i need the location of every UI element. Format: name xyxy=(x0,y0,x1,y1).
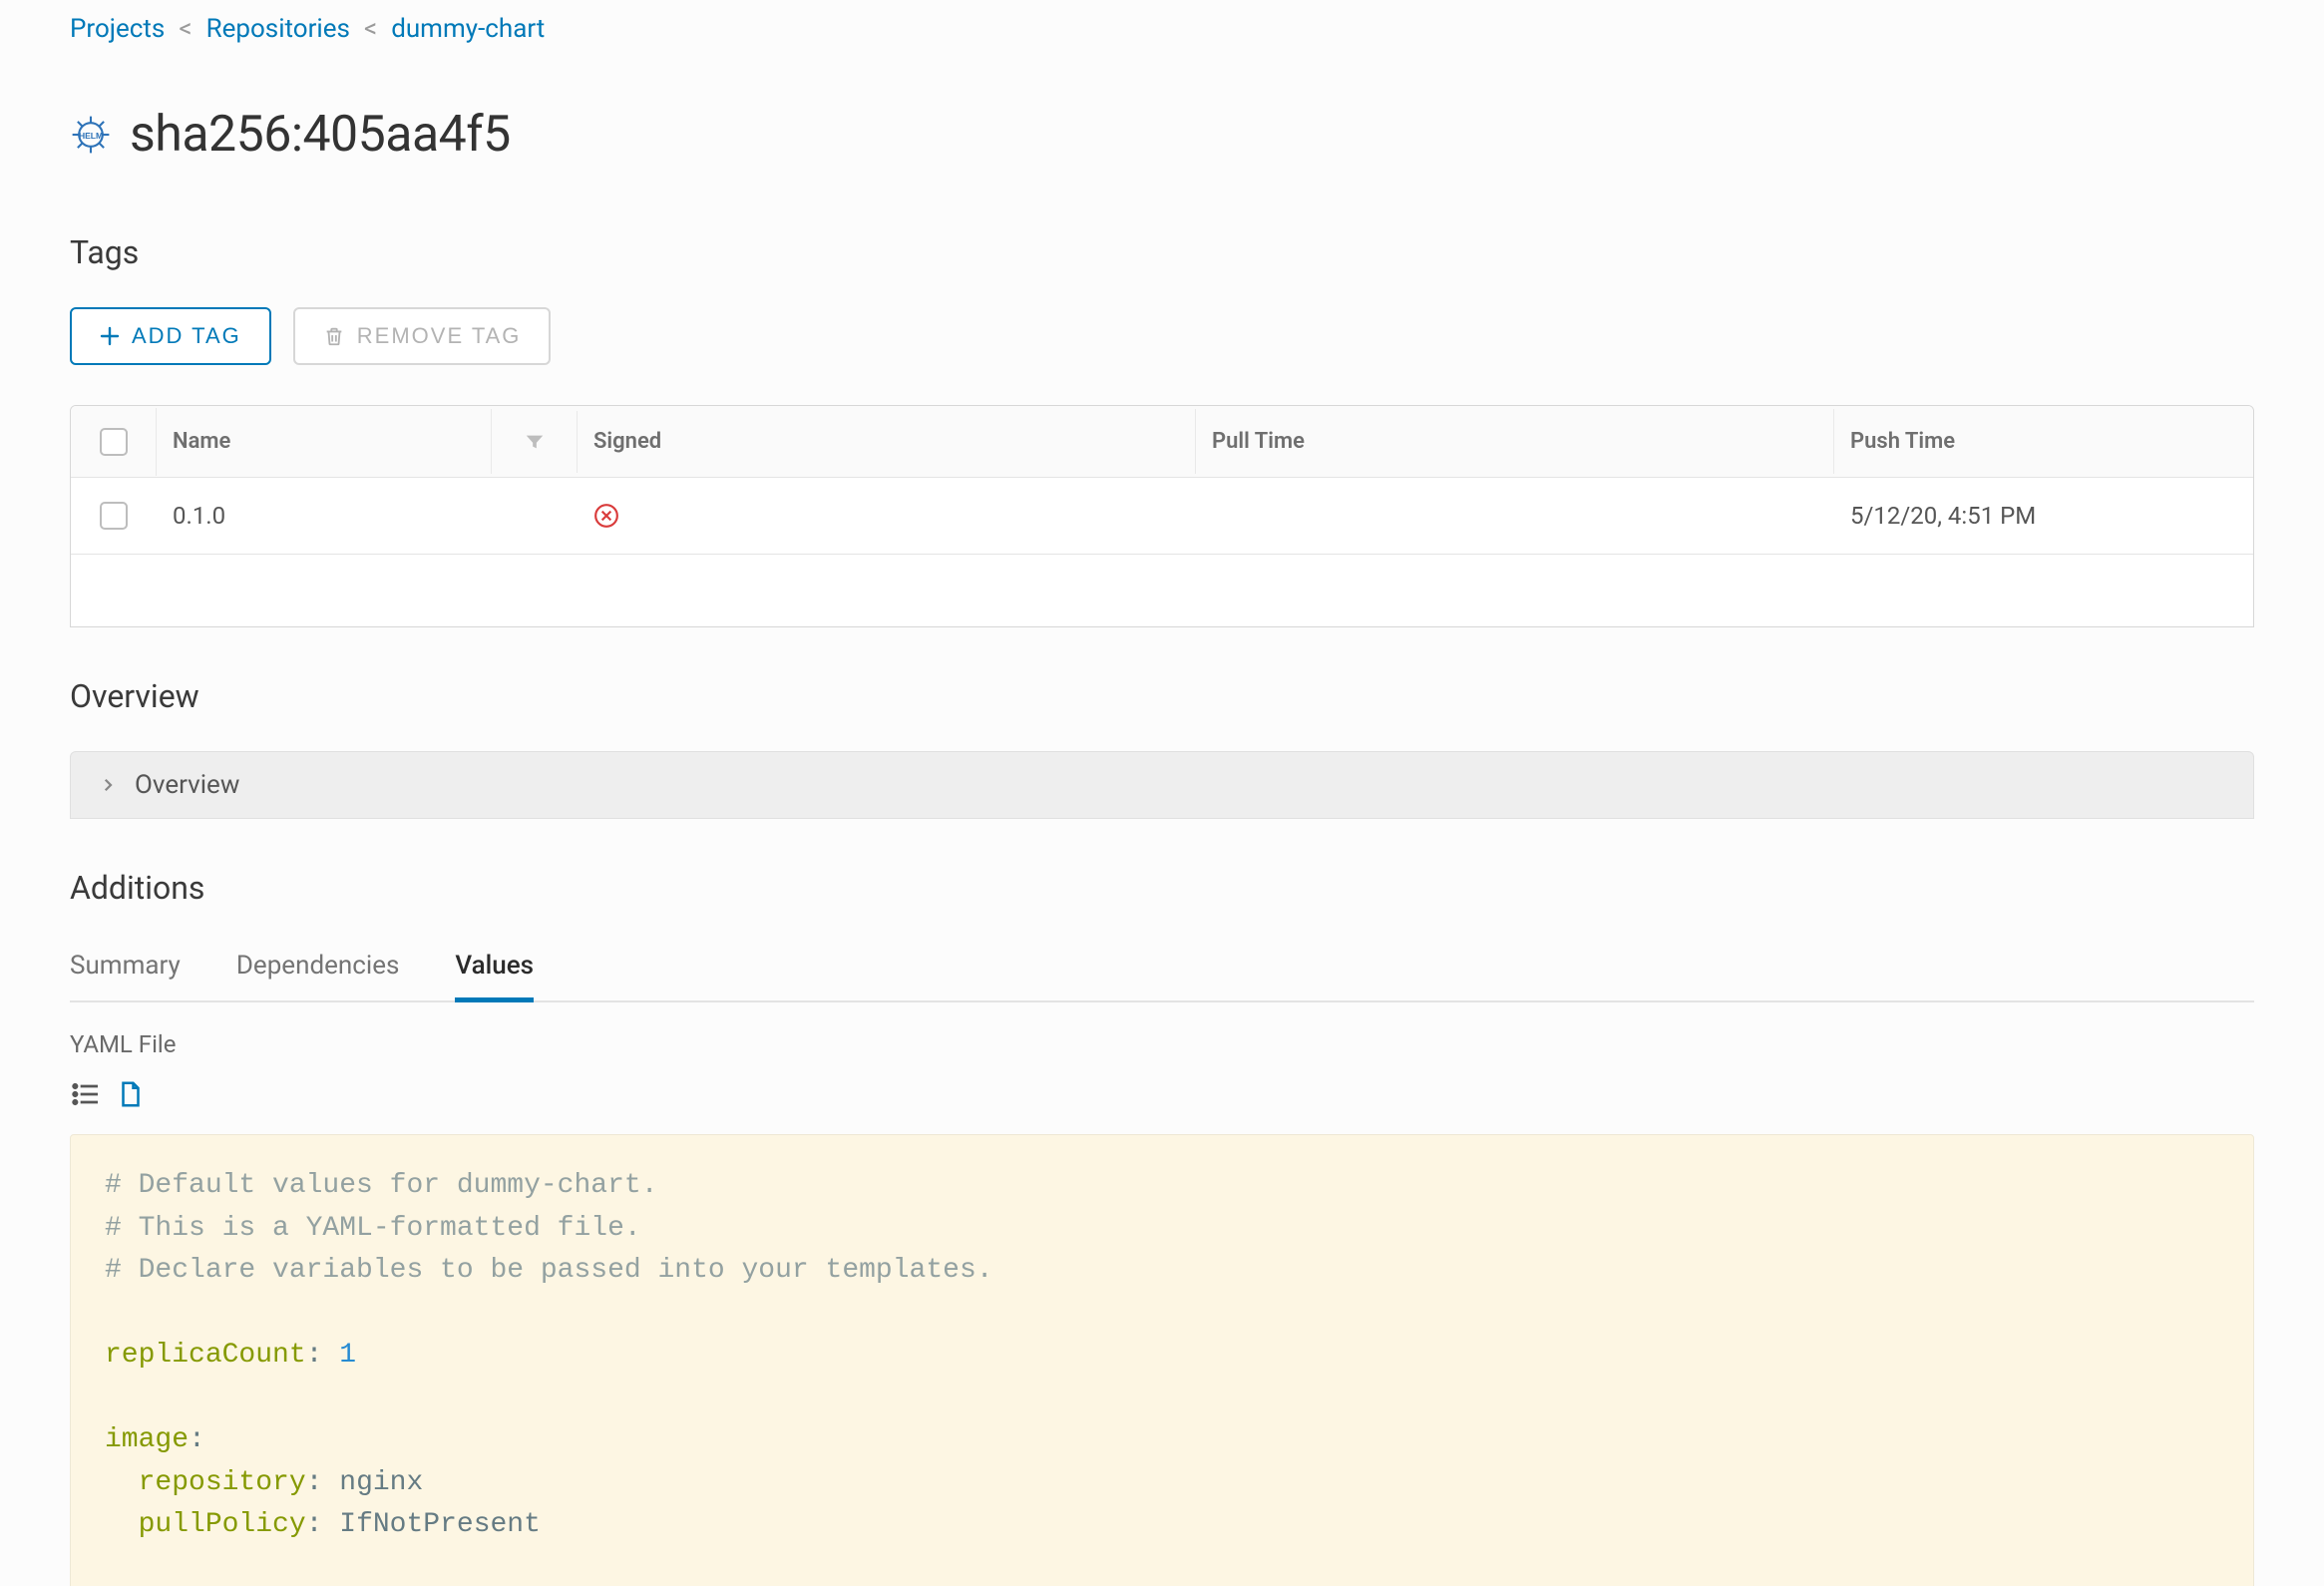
overview-accordion[interactable]: Overview xyxy=(70,751,2254,819)
tags-table: Name Signed Pull Time Push Time 0.1.0 5/… xyxy=(70,405,2254,627)
file-view-icon[interactable] xyxy=(116,1079,146,1109)
table-row[interactable]: 0.1.0 5/12/20, 4:51 PM xyxy=(71,478,2253,555)
tab-summary[interactable]: Summary xyxy=(70,943,181,1000)
trash-icon xyxy=(323,325,345,347)
additions-heading: Additions xyxy=(70,869,2254,907)
breadcrumb-separator: < xyxy=(175,14,195,44)
yaml-code-block[interactable]: # Default values for dummy-chart. # This… xyxy=(70,1134,2254,1586)
breadcrumb-chart[interactable]: dummy-chart xyxy=(391,14,545,44)
table-header: Name Signed Pull Time Push Time xyxy=(71,406,2253,478)
add-tag-button[interactable]: ADD TAG xyxy=(70,307,271,365)
plus-icon xyxy=(100,326,120,346)
svg-text:HELM: HELM xyxy=(79,131,103,141)
breadcrumb-projects[interactable]: Projects xyxy=(70,14,165,44)
col-pull-time[interactable]: Pull Time xyxy=(1196,409,1834,474)
remove-tag-label: REMOVE TAG xyxy=(357,323,522,349)
page-title: sha256:405aa4f5 xyxy=(130,106,511,164)
add-tag-label: ADD TAG xyxy=(132,323,241,349)
col-name[interactable]: Name xyxy=(157,409,492,474)
tab-values[interactable]: Values xyxy=(455,943,534,1000)
row-push-time: 5/12/20, 4:51 PM xyxy=(1834,478,2253,554)
breadcrumb: Projects < Repositories < dummy-chart xyxy=(70,14,2254,44)
tags-heading: Tags xyxy=(70,233,2254,271)
overview-heading: Overview xyxy=(70,677,2254,715)
helm-icon: HELM xyxy=(70,114,112,156)
remove-tag-button: REMOVE TAG xyxy=(293,307,552,365)
table-footer xyxy=(71,555,2253,626)
col-signed[interactable]: Signed xyxy=(578,409,1196,474)
breadcrumb-repositories[interactable]: Repositories xyxy=(206,14,350,44)
list-view-icon[interactable] xyxy=(70,1078,102,1110)
filter-icon[interactable] xyxy=(492,411,578,473)
row-name: 0.1.0 xyxy=(157,478,492,554)
breadcrumb-separator: < xyxy=(360,14,381,44)
select-all-checkbox[interactable] xyxy=(100,428,128,456)
chevron-right-icon xyxy=(99,776,117,794)
col-push-time[interactable]: Push Time xyxy=(1834,409,2253,474)
tab-dependencies[interactable]: Dependencies xyxy=(236,943,400,1000)
overview-accordion-label: Overview xyxy=(135,770,239,800)
signed-false-icon xyxy=(578,479,1196,553)
row-pull-time xyxy=(1196,492,1834,540)
yaml-file-label: YAML File xyxy=(70,1030,2254,1058)
row-checkbox[interactable] xyxy=(100,502,128,530)
additions-tabs: Summary Dependencies Values xyxy=(70,943,2254,1002)
